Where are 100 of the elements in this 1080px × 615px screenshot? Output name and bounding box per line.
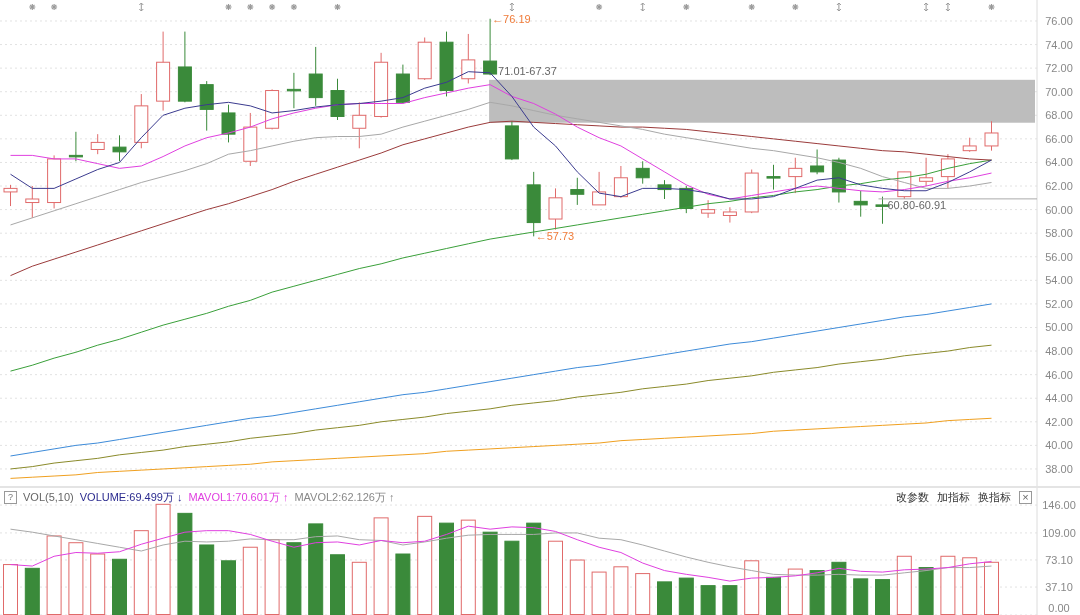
indicator-action-link[interactable]: 加指标 (937, 490, 970, 504)
axis-label: 42.00 (1045, 415, 1073, 428)
volume-bar (24, 567, 40, 615)
candlestick (679, 185, 694, 214)
candlestick (177, 31, 192, 103)
candlestick (831, 157, 846, 204)
candlestick (374, 52, 389, 119)
axis-label: 73.10 (1045, 553, 1073, 566)
volume-bar (395, 553, 411, 615)
candlestick (635, 160, 650, 185)
star-icon (28, 3, 36, 11)
star-icon (224, 3, 233, 11)
axis-label: 48.00 (1045, 345, 1073, 358)
axis-label: 109.00 (1042, 526, 1076, 539)
candlestick (766, 164, 781, 191)
candlestick (548, 187, 563, 231)
candlestick (417, 37, 432, 81)
candlestick (395, 64, 410, 104)
indicator-action-link[interactable]: 换指标 (978, 490, 1011, 504)
candlestick (613, 165, 628, 199)
updown-arrow-icon (640, 2, 646, 12)
price-annotation: ←57.73 (535, 230, 575, 243)
candlestick (199, 80, 214, 132)
legend-value: MAVOL1:70.601万 (188, 490, 280, 504)
candlestick (984, 120, 999, 152)
axis-label: 60.00 (1045, 203, 1073, 216)
axis-label: 66.00 (1045, 132, 1073, 145)
updown-arrow-icon (836, 2, 842, 12)
candlestick (788, 157, 803, 194)
candlestick (221, 104, 236, 143)
axis-label: 56.00 (1045, 250, 1073, 263)
candlestick (722, 206, 737, 224)
star-icon (290, 3, 298, 11)
candlestick (461, 33, 476, 84)
help-button[interactable]: ? (4, 490, 17, 504)
axis-label: 76.00 (1045, 15, 1073, 27)
star-icon (791, 3, 799, 11)
legend-value: MAVOL2:62.126万 (294, 490, 386, 504)
candlestick (875, 196, 890, 225)
volume-bar (221, 560, 236, 615)
axis-label: 68.00 (1045, 109, 1073, 122)
volume-bar (831, 561, 847, 615)
volume-bar (112, 558, 127, 615)
candlestick (962, 137, 977, 153)
candlestick (744, 169, 759, 214)
axis-label: 62.00 (1045, 180, 1073, 193)
star-icon (682, 3, 690, 11)
volume-bar (918, 567, 934, 615)
trend-arrow: ↑ (388, 490, 395, 504)
close-button[interactable]: × (1019, 490, 1032, 504)
candlestick (330, 78, 345, 121)
candlestick (352, 101, 367, 149)
axis-label: 46.00 (1045, 368, 1073, 381)
volume-bar (330, 554, 345, 615)
axis-label: 70.00 (1045, 85, 1073, 98)
axis-label: 50.00 (1045, 321, 1073, 334)
candlestick (308, 46, 323, 107)
axis-label: 38.00 (1045, 462, 1073, 475)
star-icon (748, 3, 756, 11)
zone-label: 71.01-67.37 (498, 64, 557, 77)
candlestick (68, 131, 83, 162)
volume-bar (875, 579, 890, 615)
candlestick (853, 190, 868, 218)
candlestick (90, 133, 105, 155)
axis-label: 146.00 (1042, 499, 1076, 512)
star-icon (50, 3, 58, 11)
candlestick (504, 120, 519, 161)
volume-bar (766, 576, 781, 615)
updown-arrow-icon (923, 2, 929, 12)
axis-label: 0.00 (1048, 602, 1070, 614)
axis-label: 64.00 (1045, 156, 1073, 169)
axis-label: 58.00 (1045, 227, 1073, 240)
updown-arrow-icon (945, 2, 951, 12)
trend-arrow: ↓ (176, 490, 183, 504)
indicator-action-link[interactable]: 改参数 (896, 490, 929, 504)
candlestick (810, 149, 825, 175)
volume-bar (722, 585, 738, 615)
volume-bar (678, 577, 694, 615)
candlestick (592, 171, 607, 206)
candlestick (25, 185, 40, 219)
candlestick (940, 153, 955, 189)
candlestick (134, 93, 149, 149)
legend-value: VOLUME:69.499万 (79, 490, 174, 504)
star-icon (268, 3, 276, 11)
legend-value: VOL(5,10) (23, 490, 74, 504)
axis-label: 72.00 (1045, 62, 1073, 75)
volume-bar (853, 578, 869, 615)
volume-bar (700, 585, 716, 615)
candlestick (112, 134, 127, 162)
candlestick (657, 179, 672, 200)
candlestick (47, 154, 62, 209)
candlestick (243, 112, 258, 167)
axis-label: 37.10 (1045, 581, 1073, 594)
candlestick (3, 184, 18, 207)
price-annotation: 60.80-60.91 (887, 198, 947, 211)
candlestick (265, 88, 280, 130)
candlestick (570, 177, 585, 206)
axis-label: 52.00 (1045, 297, 1073, 310)
star-icon (246, 3, 254, 11)
axis-label: 54.00 (1045, 274, 1073, 287)
